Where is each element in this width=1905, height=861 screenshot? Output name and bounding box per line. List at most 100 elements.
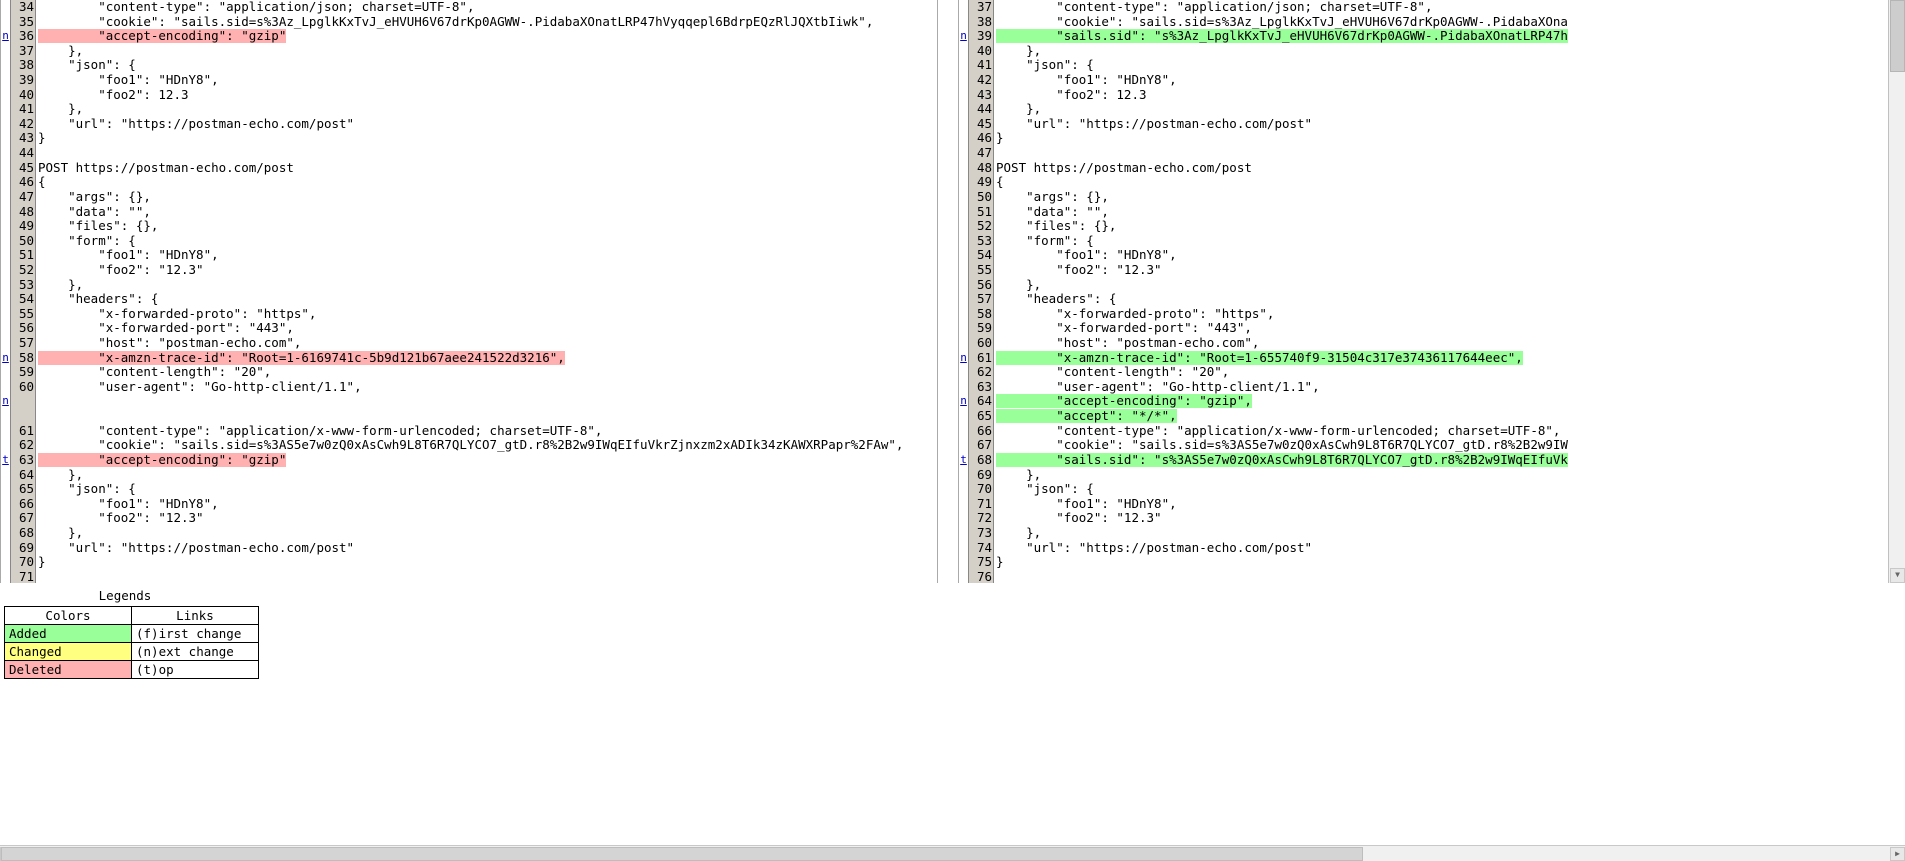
diff-line-content: "cookie": "sails.sid=s%3Az_LpglkKxTvJ_eH…	[38, 14, 874, 29]
diff-line-row: n 58 "x-amzn-trace-id": "Root=1-6169741c-…	[1, 350, 937, 366]
change-nav-link[interactable]: n	[1, 29, 10, 44]
legend-link-cell[interactable]: (n)ext change	[131, 642, 259, 661]
change-nav-link[interactable]: t	[959, 452, 968, 468]
diff-line-content: },	[38, 43, 84, 58]
diff-line-text: "args": {},	[994, 190, 1902, 205]
diff-line-row: 54 "foo1": "HDnY8",	[959, 248, 1902, 263]
line-number: 37	[968, 0, 994, 15]
change-nav-link[interactable]: n	[959, 394, 968, 410]
line-number: 69	[10, 540, 36, 556]
diff-line-content: "json": {	[38, 482, 136, 497]
diff-line-content: "cookie": "sails.sid=s%3Az_LpglkKxTvJ_eH…	[996, 14, 1568, 29]
diff-line-content: "content-type": "application/x-www-form-…	[38, 423, 603, 438]
change-nav-link[interactable]: n	[959, 350, 968, 366]
legends-links-header: Links	[131, 606, 259, 625]
vertical-scroll-thumb[interactable]	[1890, 0, 1905, 72]
line-number: 76	[968, 569, 994, 583]
diff-line-content: },	[38, 277, 84, 292]
diff-line-row: 52 "files": {},	[959, 219, 1902, 234]
change-nav-link-empty	[1, 438, 10, 453]
diff-line-row: 68 },	[1, 525, 937, 541]
diff-line-content: "x-forwarded-port": "443",	[996, 321, 1252, 336]
diff-line-row: 53 },	[1, 277, 937, 293]
diff-line-row: 57 "host": "postman-echo.com",	[1, 335, 937, 351]
line-number: 48	[10, 204, 36, 220]
change-nav-link-empty	[1, 102, 10, 117]
line-number: 42	[968, 72, 994, 88]
change-nav-link-empty	[959, 409, 968, 424]
diff-line-row: 43 "foo2": 12.3	[959, 87, 1902, 103]
change-nav-link[interactable]: n	[1, 394, 10, 410]
diff-line-row: 59 "x-forwarded-port": "443",	[959, 321, 1902, 337]
diff-line-text	[994, 146, 1902, 161]
diff-line-row: t 68 "sails.sid": "s%3AS5e7w0zQ0xAsCwh9L8…	[959, 452, 1902, 468]
diff-line-text	[36, 394, 937, 409]
diff-line-row	[1, 409, 937, 424]
diff-line-text: }	[994, 555, 1902, 570]
change-nav-link[interactable]: t	[1, 452, 10, 468]
line-number: 64	[10, 467, 36, 483]
diff-line-row: 50 "args": {},	[959, 189, 1902, 205]
change-nav-link-empty	[959, 379, 968, 395]
change-nav-link[interactable]: n	[959, 29, 968, 44]
change-nav-link-empty	[959, 58, 968, 74]
change-nav-link-empty	[959, 306, 968, 322]
diff-line-content: "args": {},	[38, 189, 151, 204]
diff-line-content: "content-type": "application/x-www-form-…	[996, 423, 1561, 438]
horizontal-scroll-thumb[interactable]	[1, 847, 1363, 861]
line-number: 41	[10, 102, 36, 117]
diff-line-row: 44	[1, 145, 937, 161]
diff-line-row: 43}	[1, 131, 937, 147]
line-number: 71	[10, 569, 36, 583]
line-number: 37	[10, 43, 36, 59]
line-number: 45	[968, 116, 994, 132]
diff-line-text: "url": "https://postman-echo.com/post"	[36, 541, 937, 556]
diff-line-text: "x-forwarded-proto": "https",	[994, 307, 1902, 322]
right-diff-pane[interactable]: 37 "content-type": "application/json; ch…	[958, 0, 1903, 583]
legend-link-cell[interactable]: (f)irst change	[131, 624, 259, 643]
line-number	[10, 394, 36, 410]
change-nav-link-empty	[959, 277, 968, 293]
diff-line-row: 49{	[959, 175, 1902, 190]
change-nav-link-empty	[959, 146, 968, 161]
diff-line-row: 66 "foo1": "HDnY8",	[1, 496, 937, 512]
diff-line-row: 53 "form": {	[959, 233, 1902, 249]
diff-line-text: "url": "https://postman-echo.com/post"	[994, 117, 1902, 132]
diff-line-content: "x-forwarded-proto": "https",	[996, 306, 1275, 321]
diff-line-content: "foo1": "HDnY8",	[38, 496, 219, 511]
diff-panes: 34 "content-type": "application/json; ch…	[0, 0, 1905, 583]
legend-color-cell: Deleted	[4, 660, 132, 679]
diff-line-text: }	[36, 555, 937, 570]
scroll-down-arrow[interactable]: ▼	[1890, 568, 1905, 583]
diff-line-row: n 36 "accept-encoding": "gzip"	[1, 29, 937, 44]
diff-line-text	[36, 146, 937, 161]
diff-line-content: "url": "https://postman-echo.com/post"	[38, 540, 355, 555]
diff-line-text: "form": {	[994, 234, 1902, 249]
diff-line-row: 48 "data": "",	[1, 204, 937, 220]
line-number: 58	[10, 350, 36, 366]
scroll-right-arrow[interactable]: ▶	[1890, 847, 1905, 861]
line-number: 52	[10, 262, 36, 278]
line-number: 54	[10, 292, 36, 307]
diff-line-row: 41 },	[1, 102, 937, 117]
line-number: 71	[968, 496, 994, 512]
diff-line-row: 47 "args": {},	[1, 189, 937, 205]
diff-line-text: },	[994, 44, 1902, 59]
diff-line-text: "foo1": "HDnY8",	[36, 248, 937, 263]
change-nav-link-empty	[1, 321, 10, 337]
change-nav-link-empty	[1, 160, 10, 176]
legend-link-cell[interactable]: (t)op	[131, 660, 259, 679]
diff-line-row: 55 "x-forwarded-proto": "https",	[1, 306, 937, 322]
change-nav-link[interactable]: n	[1, 350, 10, 366]
change-nav-link-empty	[1, 496, 10, 512]
legends-header-row: Colors Links	[4, 606, 259, 625]
line-number: 57	[10, 335, 36, 351]
diff-line-row: 51 "foo1": "HDnY8",	[1, 248, 937, 263]
diff-line-content: "url": "https://postman-echo.com/post"	[996, 540, 1313, 555]
left-diff-pane[interactable]: 34 "content-type": "application/json; ch…	[0, 0, 938, 583]
diff-line-row: 40 },	[959, 43, 1902, 59]
vertical-scrollbar[interactable]: ▲ ▼	[1888, 0, 1905, 583]
line-number: 41	[968, 58, 994, 74]
horizontal-scrollbar[interactable]: ◀ ▶	[0, 845, 1905, 861]
line-number: 46	[10, 175, 36, 190]
